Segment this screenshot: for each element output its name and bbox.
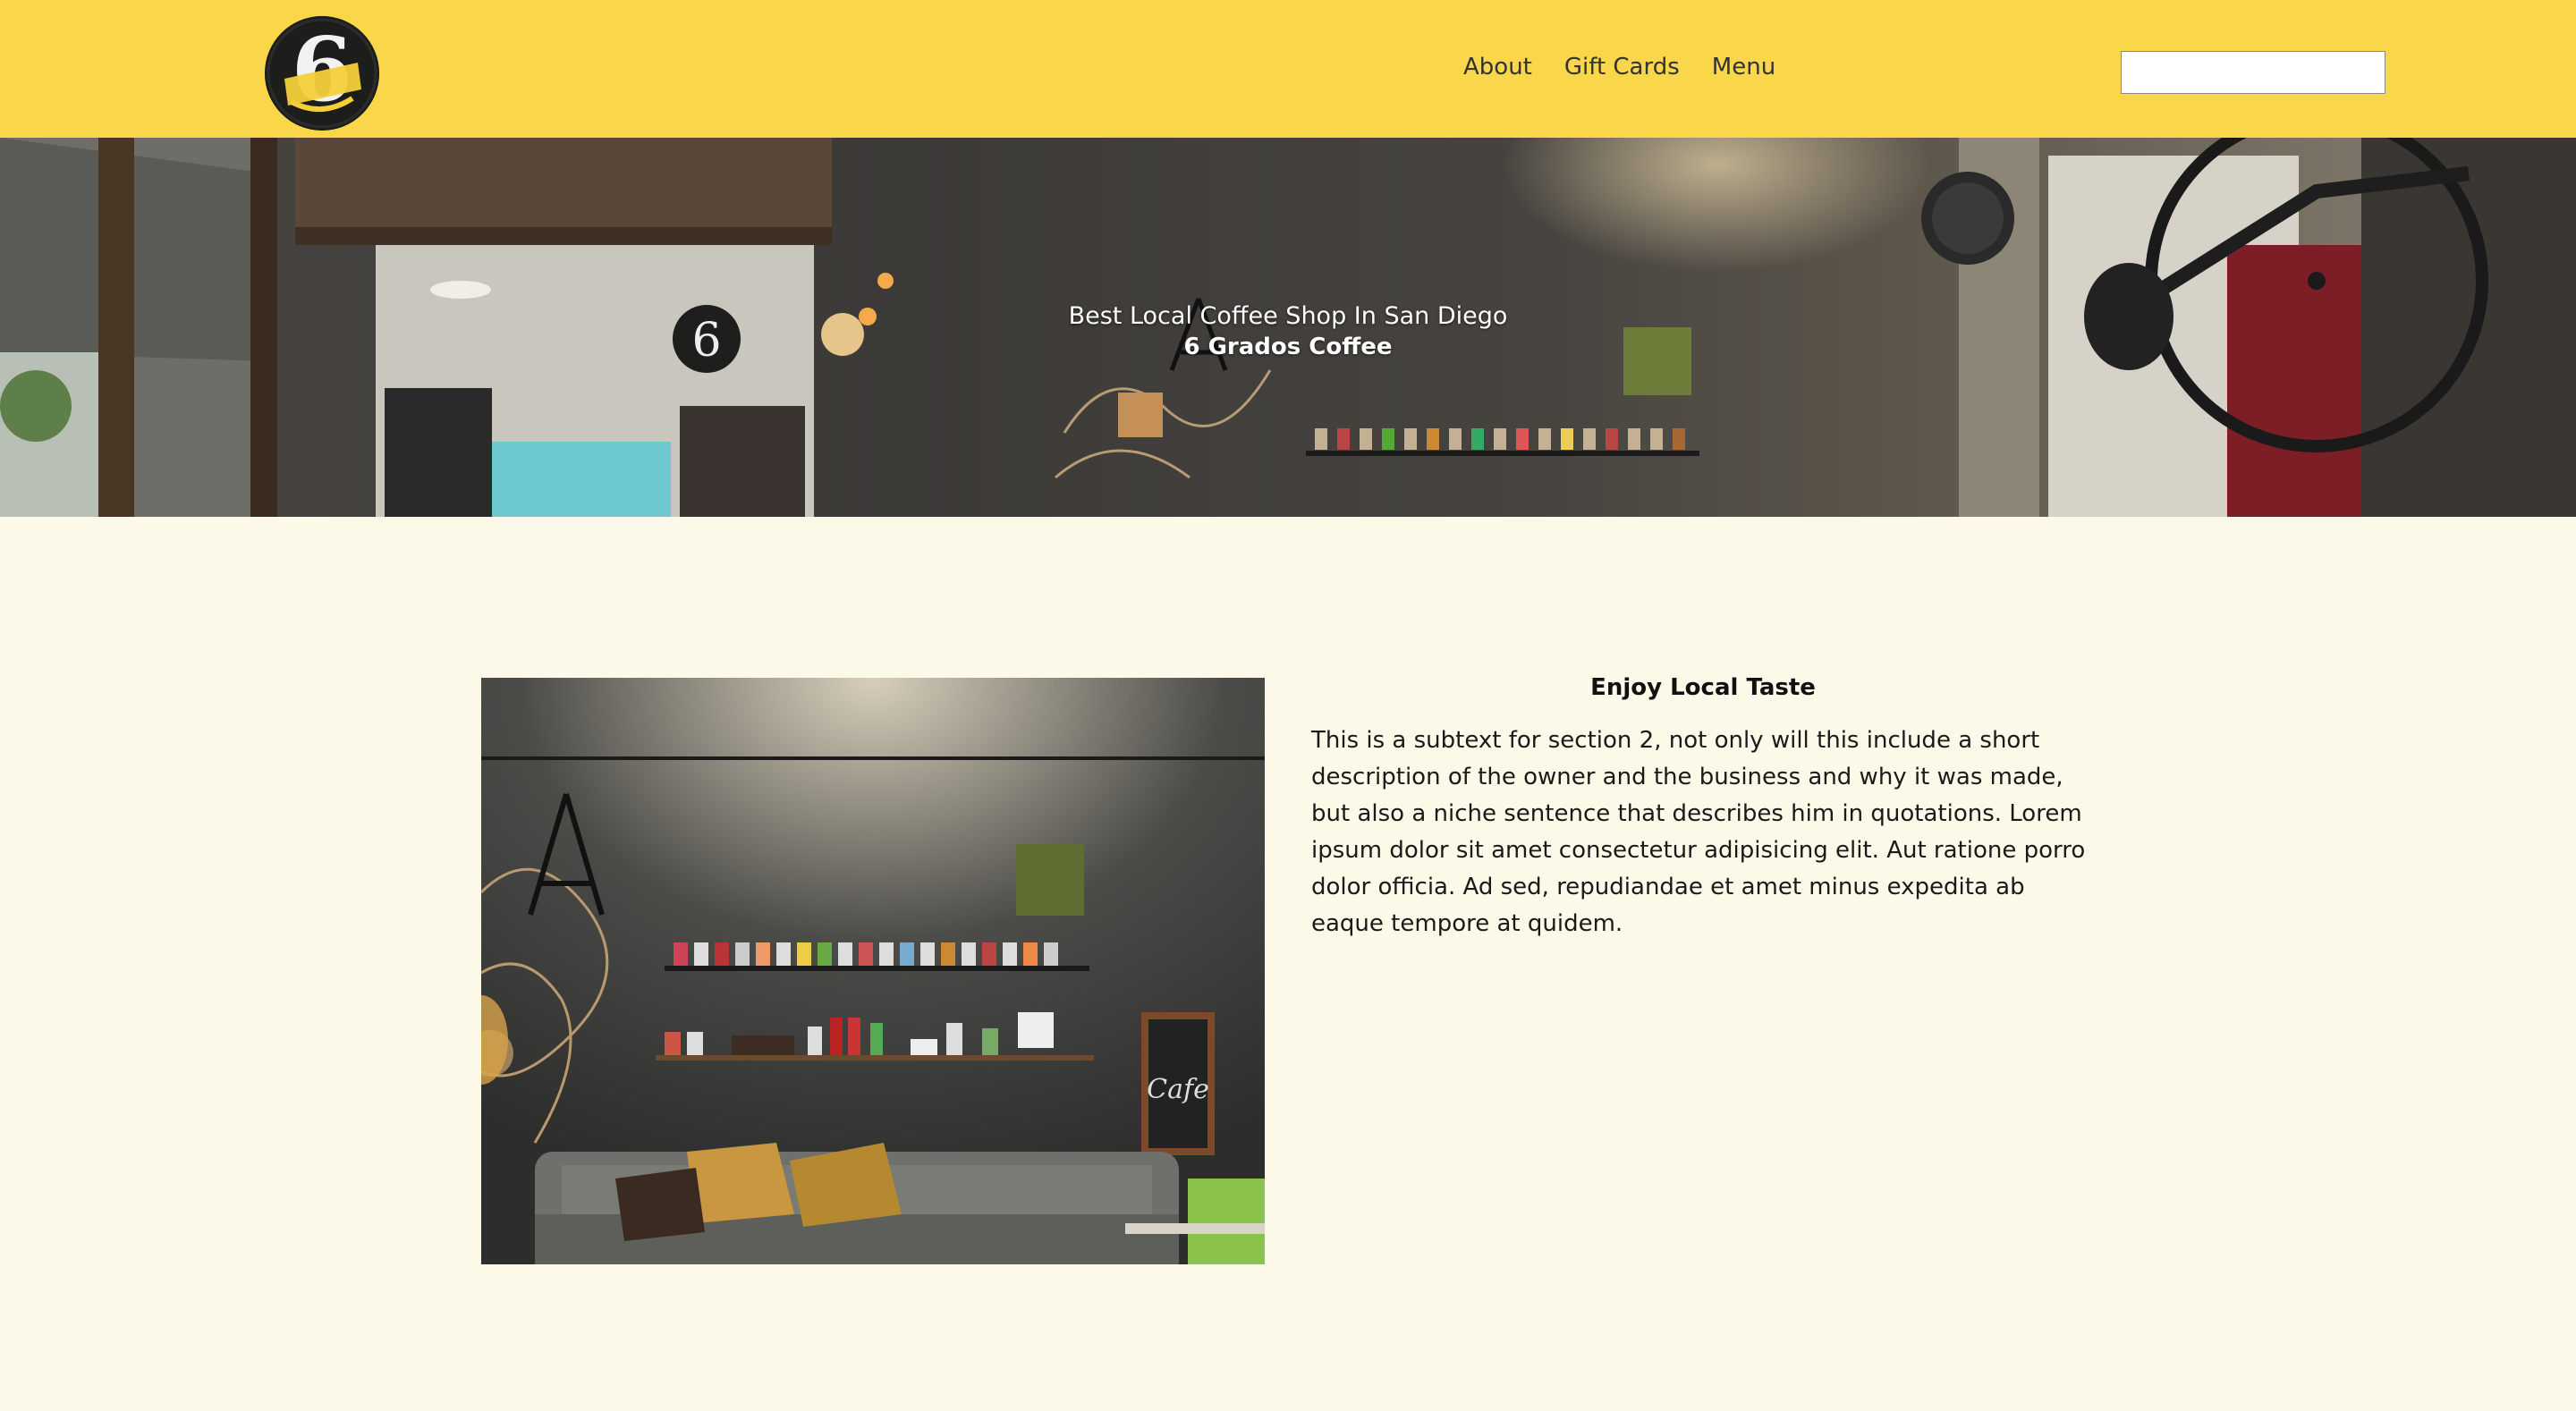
nav-gift-cards[interactable]: Gift Cards (1564, 54, 1680, 80)
logo[interactable]: 6 (265, 16, 379, 131)
search-input[interactable] (2121, 51, 2385, 94)
hero-text: Best Local Coffee Shop In San Diego 6 Gr… (0, 301, 2576, 362)
coffee-logo-icon: 6 (265, 16, 379, 131)
nav-menu[interactable]: Menu (1712, 54, 1775, 80)
section-title: Enjoy Local Taste (1590, 674, 1816, 701)
hero-title: 6 Grados Coffee (1183, 334, 1393, 360)
nav-about[interactable]: About (1463, 54, 1532, 80)
svg-text:Cafe: Cafe (1147, 1074, 1209, 1105)
hero-subtitle: Best Local Coffee Shop In San Diego (1068, 302, 1508, 330)
site-header: 6 About Gift Cards Menu (0, 0, 2576, 138)
coffee-shop-interior-image: Cafe (481, 678, 1265, 1264)
interior-photo-graphic: Cafe (481, 678, 1265, 1264)
section-body-text: This is a subtext for section 2, not onl… (1311, 727, 2086, 937)
hero-banner: 6 Best Local Coffee Shop In San Diego 6 … (0, 138, 2576, 517)
main-nav: About Gift Cards Menu (1463, 54, 1775, 80)
